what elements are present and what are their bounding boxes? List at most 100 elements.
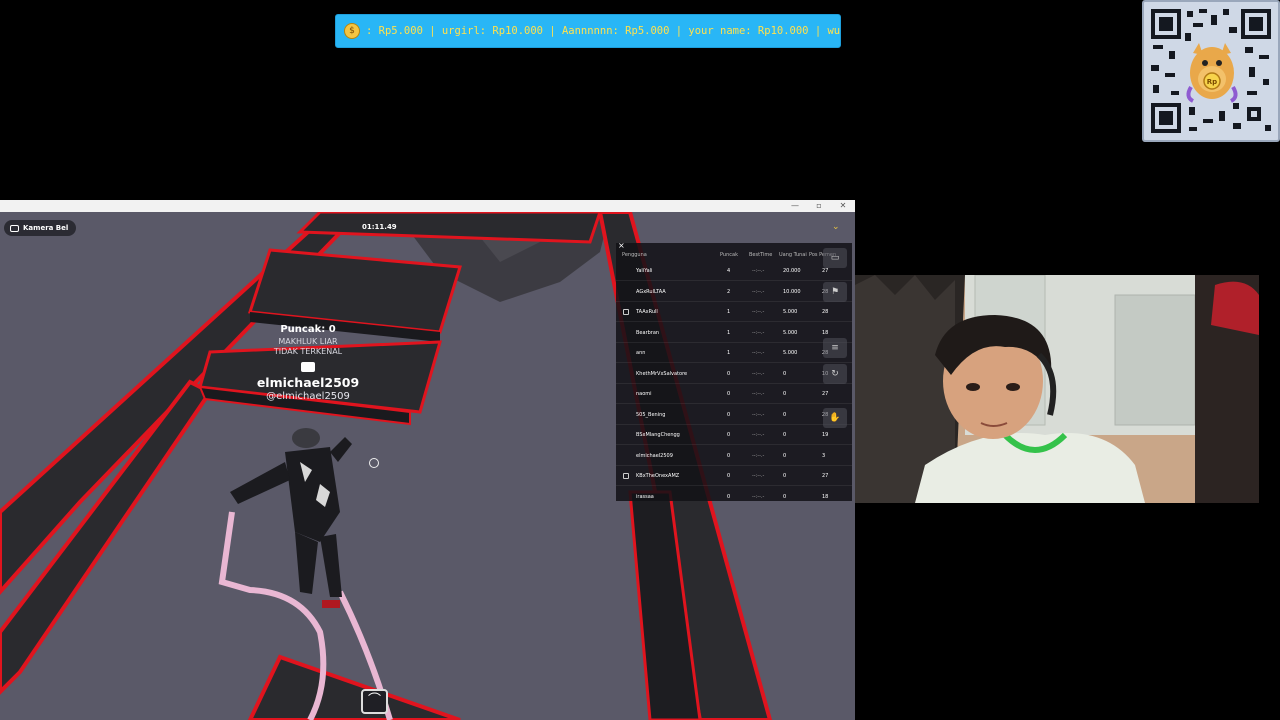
run-timer: 01:11.49 <box>362 223 397 231</box>
row-user: KhethMrVxSalvatore <box>636 370 688 377</box>
row-best-time: --:--.- <box>752 309 765 315</box>
leaderboard-row[interactable]: 505_Bening0--:--.-028 <box>616 405 852 425</box>
row-best-time: --:--.- <box>752 452 765 459</box>
row-user: irassaa <box>636 493 654 500</box>
row-money: 10.000 <box>783 288 801 295</box>
player-title-line-2: TIDAK TERKENAL <box>273 347 343 356</box>
row-peak: 1 <box>727 350 731 356</box>
qr-badge-text: Rp <box>1207 78 1217 86</box>
player-badge-icon <box>301 362 315 372</box>
row-best-time: --:--.- <box>752 391 765 397</box>
leaderboard-row[interactable]: irassaa 0 --:--.- 0 18 <box>616 487 852 502</box>
camera-button-label: Kamera Bel <box>23 224 69 232</box>
camera-icon <box>10 224 19 232</box>
row-best-time: --:--.- <box>752 350 765 356</box>
coin-mascot-icon: $ <box>344 23 360 39</box>
leaderboard-row[interactable]: ann1--:--.-5.00028 <box>616 343 852 363</box>
close-window-button[interactable]: ✕ <box>836 200 850 212</box>
row-position: 19 <box>822 432 829 438</box>
row-user: naomi <box>636 391 652 397</box>
row-money: 20.000 <box>783 268 801 274</box>
row-money: 0 <box>783 493 787 500</box>
leaderboard-row[interactable]: KhethMrVxSalvatore0--:--.-010 <box>616 364 852 384</box>
chat-icon[interactable]: ▭ <box>823 248 847 268</box>
player-title-line-1: MAKHLUK LIAR <box>278 337 338 346</box>
row-best-time: --:--.- <box>752 493 765 500</box>
chevron-down-icon[interactable]: ⌄ <box>832 222 840 232</box>
header-money[interactable]: Uang Tunai <box>779 252 807 258</box>
row-position: 3 <box>822 452 826 459</box>
refresh-icon[interactable]: ↻ <box>823 364 847 384</box>
row-peak: 0 <box>727 432 731 438</box>
row-money: 5.000 <box>783 329 798 336</box>
row-position: 27 <box>822 473 829 479</box>
row-money: 0 <box>783 452 787 459</box>
row-peak: 0 <box>727 452 731 459</box>
row-best-time: --:--.- <box>752 473 765 479</box>
row-money: 0 <box>783 411 787 418</box>
header-peak[interactable]: Puncak <box>720 252 738 258</box>
leaderboard-row[interactable]: BSxMlangChengg 0 --:--.- 0 19 <box>616 425 852 445</box>
row-user: BSxMlangChengg <box>636 432 680 438</box>
row-best-time: --:--.- <box>752 288 765 295</box>
leaderboard-row[interactable]: KBxTheOnexAMZ 0 --:--.- 0 27 <box>616 466 852 486</box>
leaderboard-row[interactable]: Bearbran 1 --:--.- 5.000 18 <box>616 323 852 343</box>
row-peak: 1 <box>727 309 731 315</box>
row-position: 27 <box>822 391 829 397</box>
row-user: AGxRulLTAA <box>636 288 666 295</box>
leaderboard-header: Pengguna Puncak BestTime Uang Tunai Pos … <box>616 252 852 260</box>
leaderboard-row[interactable]: YaliYali 4 --:--.- 20.000 27 <box>616 261 852 281</box>
donation-ticker: $ : Rp5.000 | urgirl: Rp10.000 | Aannnnn… <box>335 14 841 48</box>
row-best-time: --:--.- <box>752 370 765 377</box>
row-money: 5.000 <box>783 309 798 315</box>
leaderboard-close-button[interactable]: × <box>618 241 625 250</box>
row-best-time: --:--.- <box>752 268 765 274</box>
leaderboard-row[interactable]: naomi 0 --:--.- 0 27 <box>616 384 852 404</box>
leaderboard-row[interactable]: AGxRulLTAA2--:--.-10.00028 <box>616 282 852 302</box>
row-money: 0 <box>783 391 787 397</box>
player-peak-label: Puncak: 0 <box>280 324 336 335</box>
jump-icon[interactable]: ⌒ <box>361 689 388 714</box>
window-titlebar: — ▫ ✕ <box>0 200 855 212</box>
row-money: 5.000 <box>783 350 798 356</box>
header-best-time[interactable]: BestTime <box>749 252 772 258</box>
row-best-time: --:--.- <box>752 411 765 418</box>
stream-stage: $ : Rp5.000 | urgirl: Rp10.000 | Aannnnn… <box>0 0 1280 720</box>
row-peak: 0 <box>727 391 731 397</box>
player-title: MAKHLUK LIAR TIDAK TERKENAL <box>243 337 373 357</box>
row-user: ann <box>636 350 646 356</box>
crosshair-icon <box>369 458 379 468</box>
row-peak: 0 <box>727 370 731 377</box>
row-peak: 0 <box>727 493 731 500</box>
row-position: 28 <box>822 309 829 315</box>
row-position: 18 <box>822 493 829 500</box>
row-peak: 1 <box>727 329 731 336</box>
row-user: Bearbran <box>636 329 660 336</box>
row-user: YaliYali <box>636 268 653 274</box>
row-peak: 2 <box>727 288 731 295</box>
ticker-text: : Rp5.000 | urgirl: Rp10.000 | Aannnnnn:… <box>366 25 840 37</box>
row-user: 505_Bening <box>636 411 666 418</box>
row-user: elmichael2509 <box>636 452 673 459</box>
player-name: elmichael2509 <box>256 375 360 390</box>
row-money: 0 <box>783 432 787 438</box>
row-user: TAAxRull <box>636 309 658 315</box>
leaderboard-panel: Pengguna Puncak BestTime Uang Tunai Pos … <box>616 243 852 501</box>
maximize-button[interactable]: ▫ <box>812 200 826 212</box>
leaderboard-row[interactable]: TAAxRull 1 --:--.- 5.000 28 <box>616 302 852 322</box>
camera-button[interactable]: Kamera Bel <box>4 220 77 236</box>
platform-icon <box>623 309 629 315</box>
flag-icon[interactable]: ⚑ <box>823 282 847 302</box>
leaderboard-row[interactable]: elmichael2509 0 --:--.- 0 3 <box>616 446 852 466</box>
row-peak: 0 <box>727 473 731 479</box>
hand-icon[interactable]: ✋ <box>823 408 847 428</box>
platform-icon <box>623 473 629 479</box>
row-peak: 4 <box>727 268 731 274</box>
row-money: 0 <box>783 370 787 377</box>
header-user[interactable]: Pengguna <box>622 252 647 258</box>
list-icon[interactable]: ≡ <box>823 338 847 358</box>
qr-code-icon: Rp <box>1142 0 1280 142</box>
row-best-time: --:--.- <box>752 432 765 438</box>
minimize-button[interactable]: — <box>788 200 802 212</box>
row-user: KBxTheOnexAMZ <box>636 473 680 479</box>
